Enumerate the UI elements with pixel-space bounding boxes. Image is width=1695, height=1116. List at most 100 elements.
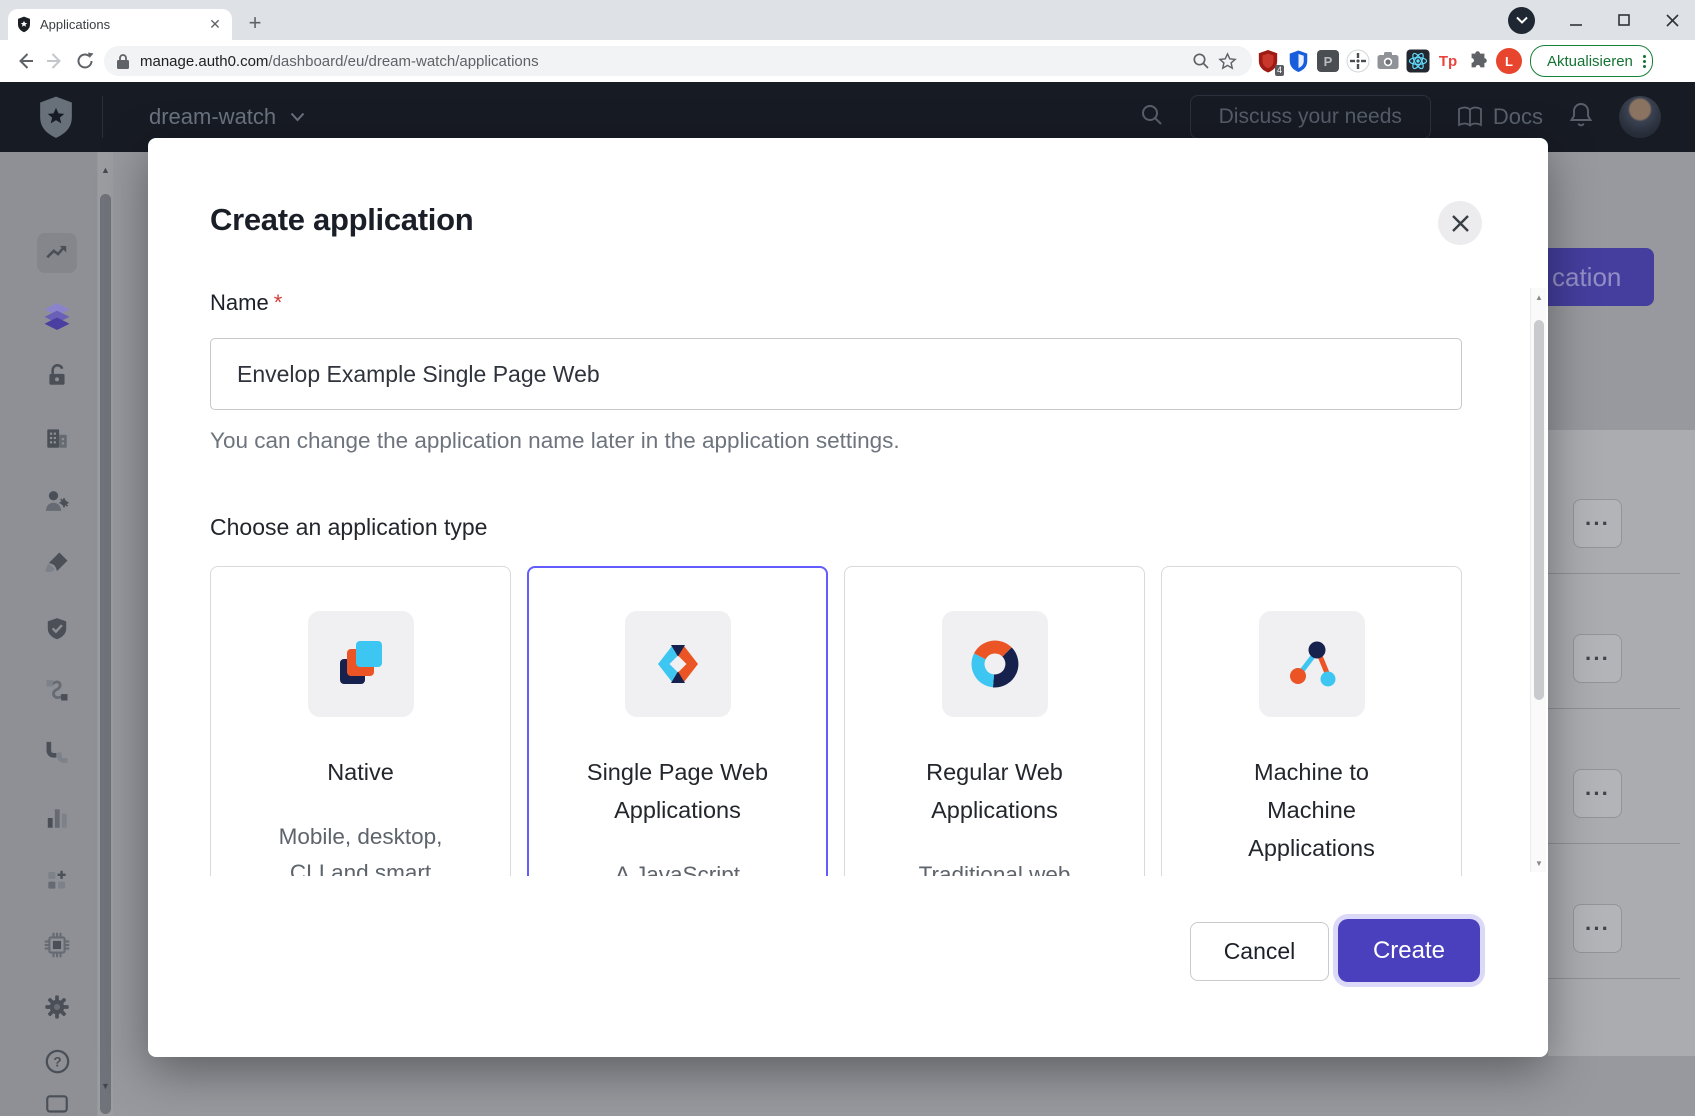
name-label: Name* — [210, 290, 282, 316]
unlock-icon — [44, 362, 70, 388]
row-actions-menu-button[interactable]: ··· — [1573, 904, 1622, 953]
tab-title: Applications — [40, 17, 206, 32]
trending-up-icon — [44, 240, 70, 266]
sidebar-item-help[interactable]: ? — [40, 1044, 74, 1078]
browser-tab-applications[interactable]: Applications ✕ — [8, 9, 232, 40]
scroll-up-arrow-icon[interactable]: ▲ — [98, 162, 113, 178]
card-description: Mobile, desktop,CLI and smart — [279, 819, 443, 876]
url-text: manage.auth0.com/dashboard/eu/dream-watc… — [140, 53, 1188, 70]
extension-badge: 4 — [1275, 65, 1284, 76]
cancel-button[interactable]: Cancel — [1190, 922, 1329, 981]
row-separator — [1548, 573, 1680, 574]
row-actions-menu-button[interactable]: ··· — [1573, 634, 1622, 683]
sidebar-item-chip[interactable] — [40, 928, 74, 962]
ublock-extension-icon[interactable]: 4 — [1254, 47, 1282, 75]
zoom-page-icon[interactable] — [1188, 48, 1214, 74]
sidebar-item-unlock[interactable] — [40, 358, 74, 392]
maximize-button[interactable] — [1611, 7, 1637, 33]
puzzle-extensions-icon[interactable] — [1464, 47, 1492, 75]
row-separator — [1548, 978, 1680, 979]
tab-close-icon[interactable]: ✕ — [206, 16, 224, 34]
browser-toolbar: manage.auth0.com/dashboard/eu/dream-watc… — [0, 40, 1695, 82]
application-type-cards: Native Mobile, desktop,CLI and smart Sin… — [210, 566, 1462, 876]
tenant-selector[interactable]: dream-watch — [149, 104, 305, 130]
card-description: Traditional web — [919, 857, 1071, 876]
sidebar-item-organization[interactable] — [40, 421, 74, 455]
user-gear-icon — [43, 487, 71, 515]
card-title: Regular WebApplications — [926, 753, 1063, 829]
close-icon — [1451, 214, 1470, 233]
sidebar-item-pipeline[interactable] — [40, 736, 74, 770]
lock-icon — [116, 53, 130, 70]
native-stack-icon — [308, 611, 414, 717]
scroll-down-arrow-icon[interactable]: ▼ — [1531, 856, 1547, 870]
close-window-button[interactable] — [1659, 7, 1685, 33]
scroll-down-arrow-icon[interactable]: ▼ — [98, 1078, 113, 1094]
help-icon: ? — [44, 1048, 71, 1075]
tenant-name: dream-watch — [149, 104, 276, 130]
search-icon[interactable] — [1140, 103, 1164, 132]
sidebar-item-user-gear[interactable] — [40, 484, 74, 518]
extensions-area: 4 P Tp — [1252, 47, 1492, 75]
organization-icon — [44, 425, 70, 451]
modal-scroll-thumb[interactable] — [1534, 320, 1544, 700]
sidebar-nav: ? — [0, 152, 97, 1116]
paintbrush-icon — [43, 549, 71, 577]
p-extension-icon[interactable]: P — [1314, 47, 1342, 75]
scroll-up-arrow-icon[interactable]: ▲ — [1531, 290, 1547, 304]
sidebar-item-shield-check[interactable] — [40, 612, 74, 646]
back-icon[interactable] — [10, 46, 40, 76]
bar-chart-icon — [44, 805, 70, 831]
camera-extension-icon[interactable] — [1374, 47, 1402, 75]
row-actions-menu-button[interactable]: ··· — [1573, 769, 1622, 818]
update-chrome-button[interactable]: Aktualisieren — [1530, 45, 1653, 77]
discuss-label: Discuss your needs — [1219, 105, 1402, 129]
browser-profile-avatar[interactable]: L — [1496, 48, 1522, 74]
user-avatar[interactable] — [1619, 96, 1661, 138]
app-type-card-regular-web[interactable]: Regular WebApplications Traditional web — [844, 566, 1145, 876]
url-domain: manage.auth0.com — [140, 53, 268, 70]
sidebar-item-actions-flow[interactable] — [40, 673, 74, 707]
sidebar-item-extensions-grid[interactable] — [40, 863, 74, 897]
application-name-input[interactable] — [210, 338, 1462, 410]
sidebar-item-layers[interactable] — [40, 298, 74, 332]
react-devtools-extension-icon[interactable] — [1404, 47, 1432, 75]
address-bar[interactable]: manage.auth0.com/dashboard/eu/dream-watc… — [104, 46, 1252, 76]
new-tab-button[interactable]: + — [240, 8, 270, 38]
docs-link[interactable]: Docs — [1457, 104, 1543, 130]
app-type-card-native[interactable]: Native Mobile, desktop,CLI and smart — [210, 566, 511, 876]
bitwarden-extension-icon[interactable] — [1284, 47, 1312, 75]
row-actions-menu-button[interactable]: ··· — [1573, 499, 1622, 548]
notifications-bell-icon[interactable] — [1569, 102, 1593, 133]
browser-menu-dots-icon[interactable] — [1643, 55, 1646, 68]
chip-icon — [43, 931, 71, 959]
actions-flow-icon — [43, 676, 71, 704]
book-icon — [1457, 106, 1483, 128]
discuss-your-needs-button[interactable]: Discuss your needs — [1190, 95, 1431, 139]
sidebar-scroll-thumb[interactable] — [100, 194, 111, 1114]
modal-scrollbar[interactable]: ▲ ▼ — [1530, 288, 1546, 872]
create-application-button-partial[interactable]: cation — [1540, 248, 1654, 306]
target-extension-icon[interactable] — [1344, 47, 1372, 75]
minimize-button[interactable] — [1563, 7, 1589, 33]
window-controls — [1508, 0, 1685, 40]
bookmark-star-icon[interactable] — [1214, 48, 1240, 74]
app-type-card-spa[interactable]: Single Page WebApplications A JavaScript — [527, 566, 828, 876]
sidebar-item-collapse[interactable] — [40, 1088, 74, 1116]
chrome-profile-caret-icon[interactable] — [1508, 7, 1535, 34]
sidebar-item-trending-up[interactable] — [37, 233, 77, 273]
create-button[interactable]: Create — [1338, 919, 1480, 982]
gear-icon — [43, 993, 71, 1021]
modal-close-button[interactable] — [1438, 201, 1482, 245]
tp-extension-icon[interactable]: Tp — [1434, 47, 1462, 75]
sidebar-item-gear[interactable] — [40, 990, 74, 1024]
sidebar-scrollbar[interactable]: ▲ ▼ — [98, 152, 113, 1116]
app-type-card-m2m[interactable]: Machine toMachineApplications — [1161, 566, 1462, 876]
reload-icon[interactable] — [70, 46, 100, 76]
spa-diamond-icon — [625, 611, 731, 717]
sidebar-item-paintbrush[interactable] — [40, 546, 74, 580]
sidebar-item-bar-chart[interactable] — [40, 801, 74, 835]
card-description: A JavaScript — [615, 857, 740, 876]
layers-icon — [42, 300, 72, 330]
forward-icon[interactable] — [40, 46, 70, 76]
